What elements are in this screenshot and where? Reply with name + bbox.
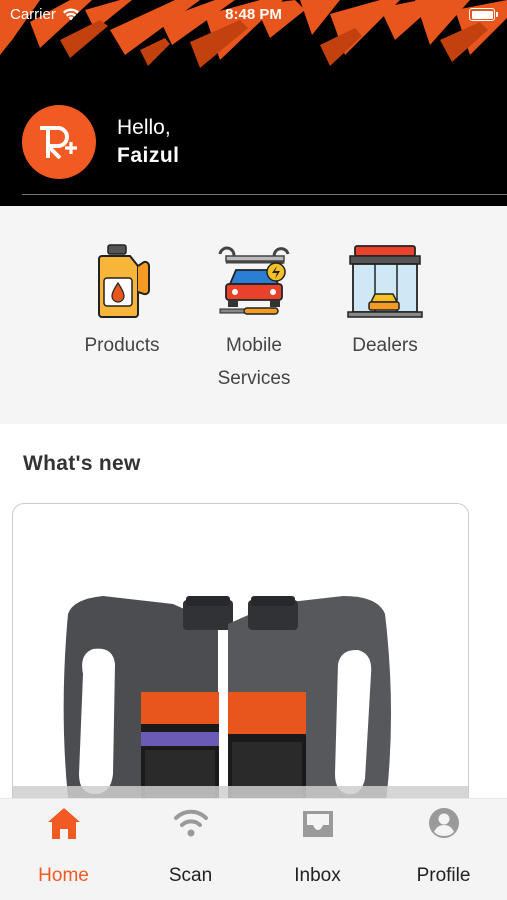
header-divider xyxy=(22,194,507,195)
oil-bottle-icon xyxy=(98,244,150,318)
car-tools-icon xyxy=(218,246,290,315)
dealer-shop-icon xyxy=(347,245,423,318)
tab-home-label: Home xyxy=(38,865,89,886)
service-dealers[interactable]: Dealers xyxy=(315,242,455,362)
tab-profile-label: Profile xyxy=(416,865,471,886)
service-dealers-label: Dealers xyxy=(352,335,418,356)
tab-bar: Home Scan Inbox Profile xyxy=(0,798,507,900)
tab-scan-label: Scan xyxy=(168,865,213,886)
home-screen: Carrier 8:48 PM Hello, Faizul Products M… xyxy=(0,0,507,900)
whats-new-card[interactable] xyxy=(12,503,469,823)
battery-icon xyxy=(469,8,498,21)
home-icon xyxy=(47,808,80,839)
service-mobile-services[interactable]: Mobile Services xyxy=(184,242,324,395)
status-bar: Carrier 8:48 PM xyxy=(0,0,507,30)
tab-inbox-label: Inbox xyxy=(294,865,341,886)
wifi-scan-icon xyxy=(173,809,208,837)
service-products[interactable]: Products xyxy=(52,242,192,362)
tab-profile[interactable]: Profile xyxy=(380,799,507,887)
r-plus-logo-icon xyxy=(40,126,77,160)
greeting-block: Hello, Faizul xyxy=(117,115,180,171)
tab-scan[interactable]: Scan xyxy=(127,799,254,887)
tab-home[interactable]: Home xyxy=(0,799,127,887)
brand-logo[interactable] xyxy=(22,105,96,179)
status-time: 8:48 PM xyxy=(225,6,282,23)
inbox-icon xyxy=(302,811,333,837)
service-mobile-label-line2: Services xyxy=(217,368,291,389)
whats-new-title: What's new xyxy=(23,452,141,475)
greeting-text: Hello, xyxy=(117,116,171,139)
tab-inbox[interactable]: Inbox xyxy=(254,799,381,887)
user-name: Faizul xyxy=(117,144,180,167)
oil-can-product-image xyxy=(13,596,468,822)
service-products-label: Products xyxy=(84,335,160,356)
header: Carrier 8:48 PM Hello, Faizul xyxy=(0,0,507,206)
profile-icon xyxy=(428,808,459,838)
services-section: Products Mobile Services Dealers xyxy=(0,206,507,424)
service-mobile-label-line1: Mobile xyxy=(226,335,282,356)
